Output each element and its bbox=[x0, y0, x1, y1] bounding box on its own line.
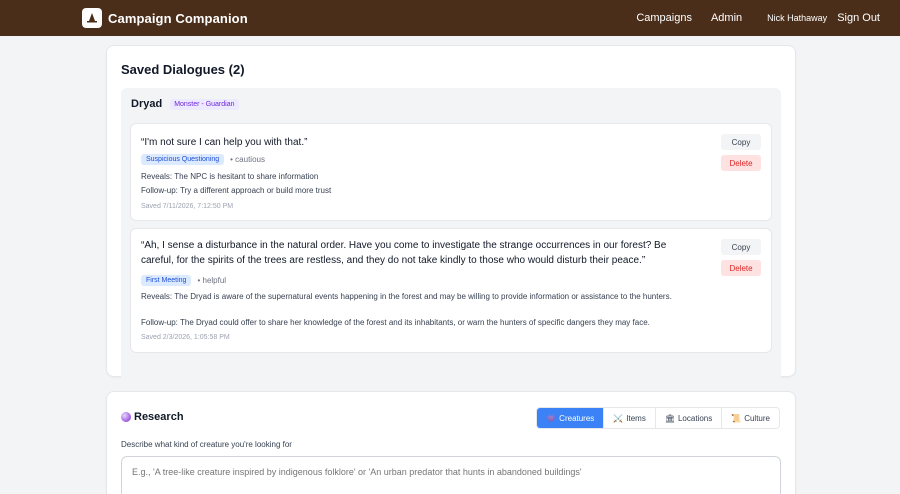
tab-locations[interactable]: 🏛 Locations bbox=[654, 408, 722, 428]
dialogue-card: “I'm not sure I can help you with that.”… bbox=[130, 123, 772, 221]
reveals-label: Reveals: bbox=[141, 292, 173, 301]
followup-text: The Dryad could offer to share her knowl… bbox=[179, 318, 650, 327]
dialogue-reveals: Reveals: The Dryad is aware of the super… bbox=[141, 291, 711, 303]
dialogue-followup: Follow-up: Try a different approach or b… bbox=[141, 185, 711, 197]
brand-title[interactable]: Campaign Companion bbox=[108, 11, 248, 26]
creature-description-input[interactable] bbox=[121, 456, 781, 494]
swords-icon: ⚔️ bbox=[613, 413, 624, 423]
dialogue-quote: “I'm not sure I can help you with that.” bbox=[141, 137, 308, 148]
building-icon: 🏛 bbox=[664, 413, 675, 423]
dialogue-tag-row: Suspicious Questioning • cautious bbox=[141, 154, 265, 165]
tab-items[interactable]: ⚔️ Items bbox=[603, 408, 655, 428]
dialogue-followup: Follow-up: The Dryad could offer to shar… bbox=[141, 317, 711, 329]
dialogue-tag-row: First Meeting • helpful bbox=[141, 275, 226, 286]
npc-header: Dryad Monster - Guardian bbox=[131, 98, 239, 110]
creature-description-label: Describe what kind of creature you're lo… bbox=[121, 440, 292, 449]
campfire-logo-icon[interactable] bbox=[82, 8, 102, 28]
reveals-text: The NPC is hesitant to share information bbox=[174, 172, 319, 181]
followup-label: Follow-up: bbox=[141, 186, 178, 195]
reveals-label: Reveals: bbox=[141, 172, 173, 181]
research-title: Research bbox=[121, 411, 184, 423]
research-tabs: 👾 Creatures ⚔️ Items 🏛 Locations 📜 Culture bbox=[536, 407, 780, 429]
delete-button[interactable]: Delete bbox=[721, 260, 761, 276]
dialogue-quote: “Ah, I sense a disturbance in the natura… bbox=[141, 240, 667, 266]
dialogue-mood: • helpful bbox=[197, 276, 227, 285]
tab-label: Items bbox=[626, 413, 646, 423]
research-card: Research 👾 Creatures ⚔️ Items 🏛 Locations 📜… bbox=[106, 391, 796, 494]
npc-dialogue-group: Dryad Monster - Guardian “I'm not sure I… bbox=[121, 88, 781, 406]
tab-label: Locations bbox=[677, 413, 713, 423]
research-title-text: Research bbox=[134, 411, 184, 423]
dialogue-type-tag: Suspicious Questioning bbox=[141, 154, 225, 165]
saved-dialogues-title: Saved Dialogues (2) bbox=[121, 62, 245, 77]
saved-dialogues-card: Saved Dialogues (2) Dryad Monster - Guar… bbox=[106, 45, 796, 406]
followup-text: Try a different approach or build more t… bbox=[179, 186, 332, 195]
dialogue-card: “Ah, I sense a disturbance in the natura… bbox=[130, 228, 772, 353]
dialogue-saved-timestamp: Saved 2/3/2026, 1:05:58 PM bbox=[141, 334, 230, 341]
crystal-ball-icon bbox=[121, 412, 131, 422]
delete-button[interactable]: Delete bbox=[721, 155, 761, 171]
monster-icon: 👾 bbox=[546, 413, 557, 423]
tab-label: Culture bbox=[744, 413, 770, 423]
sign-out-button[interactable]: Sign Out bbox=[837, 12, 880, 24]
top-navbar: Campaign Companion Campaigns Admin Nick … bbox=[0, 0, 900, 36]
reveals-text: The Dryad is aware of the supernatural e… bbox=[174, 292, 672, 301]
tab-label: Creatures bbox=[559, 413, 595, 423]
dialogue-reveals: Reveals: The NPC is hesitant to share in… bbox=[141, 171, 711, 183]
user-name: Nick Hathaway bbox=[767, 13, 828, 23]
npc-name: Dryad bbox=[131, 98, 163, 110]
tab-creatures[interactable]: 👾 Creatures bbox=[537, 408, 604, 428]
dialogue-saved-timestamp: Saved 7/11/2026, 7:12:50 PM bbox=[141, 203, 234, 210]
nav-link-campaigns[interactable]: Campaigns bbox=[636, 12, 692, 24]
nav-menu: Campaigns Admin Nick Hathaway Sign Out bbox=[636, 12, 880, 24]
tab-culture[interactable]: 📜 Culture bbox=[721, 408, 779, 428]
dialogue-type-tag: First Meeting bbox=[141, 275, 192, 286]
npc-type-badge: Monster - Guardian bbox=[170, 98, 239, 110]
nav-link-admin[interactable]: Admin bbox=[711, 12, 742, 24]
scroll-icon: 📜 bbox=[731, 413, 742, 423]
copy-button[interactable]: Copy bbox=[721, 239, 761, 255]
copy-button[interactable]: Copy bbox=[721, 134, 761, 150]
followup-label: Follow-up: bbox=[141, 318, 178, 327]
dialogue-mood: • cautious bbox=[230, 155, 265, 164]
